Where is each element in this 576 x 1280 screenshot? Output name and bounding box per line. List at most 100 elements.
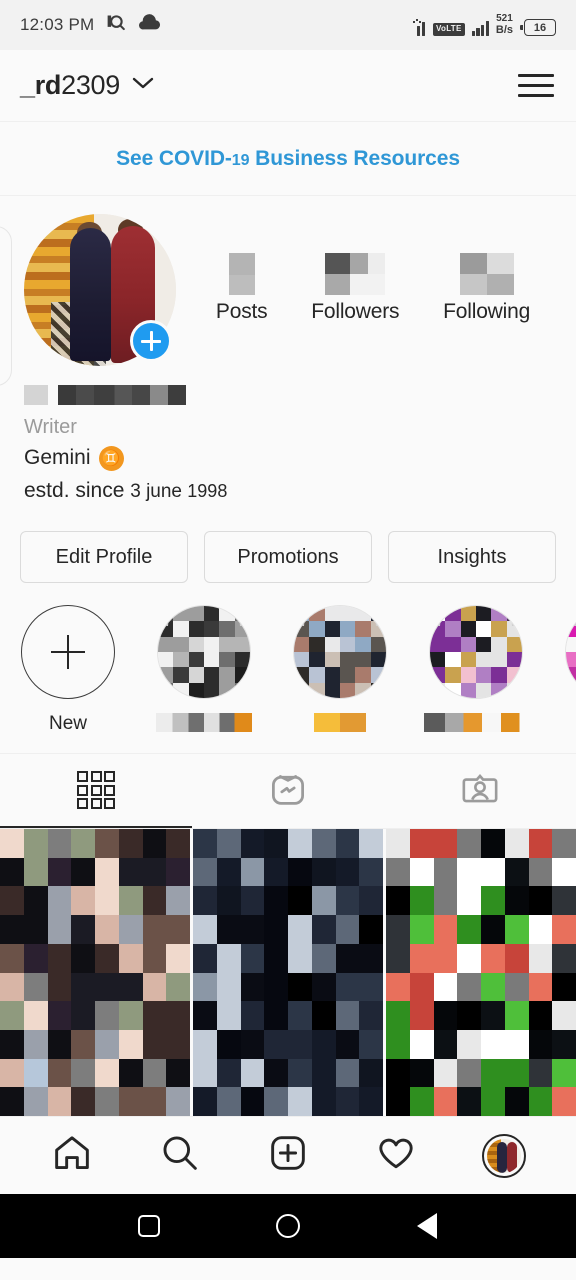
nav-add-post[interactable]: [257, 1125, 319, 1187]
bio-estd-year: 1998: [187, 480, 228, 501]
bio-estd-prefix: estd. since: [24, 478, 131, 502]
status-bar-left: 12:03 PM: [20, 12, 161, 38]
nav-home[interactable]: [41, 1125, 103, 1187]
posts-grid: [0, 829, 576, 1117]
story-highlights-row[interactable]: New: [0, 583, 576, 755]
following-label: Following: [443, 300, 531, 323]
data-speed-indicator: 521 B/s: [496, 14, 513, 36]
android-home-button[interactable]: [258, 1204, 318, 1248]
covid-text-number: 19: [231, 151, 250, 169]
signal-antenna-icon: [412, 19, 426, 36]
covid-resources-link[interactable]: See COVID-19 Business Resources: [116, 147, 460, 171]
profile-category: Writer: [24, 416, 77, 438]
covid-text-before: See COVID-: [116, 146, 232, 170]
stat-followers[interactable]: Followers: [311, 252, 400, 324]
app-header: _rd2309: [0, 50, 576, 122]
home-icon: [51, 1132, 93, 1179]
volte-badge: VoLTE: [432, 23, 465, 36]
tab-igtv[interactable]: [192, 754, 384, 828]
highlight-thumbnail[interactable]: [293, 605, 387, 700]
display-name-redacted: [24, 382, 552, 408]
highlight-new-label: New: [48, 713, 87, 735]
hamburger-menu-icon[interactable]: [516, 68, 556, 103]
add-story-button[interactable]: [130, 320, 172, 362]
data-speed-value: 521: [496, 13, 513, 24]
bio-line-2: estd. since 3 june 1998: [24, 475, 552, 508]
edit-profile-button[interactable]: Edit Profile: [20, 531, 188, 584]
profile-avatar-icon[interactable]: [482, 1133, 526, 1178]
android-recents-button[interactable]: [119, 1204, 179, 1248]
highlight-label-redacted: [424, 713, 528, 733]
profile-header-row: Posts Followers Following: [24, 214, 552, 366]
phone-screen: 12:03 PM VoLTE 521 B/s 16 _rd2309 See CO…: [0, 0, 576, 1280]
post-thumbnail[interactable]: [386, 829, 576, 1117]
profile-tabs: [0, 754, 576, 830]
status-bar-right: VoLTE 521 B/s 16: [412, 14, 556, 36]
plus-square-icon: [267, 1132, 309, 1179]
highlight-item[interactable]: [408, 605, 544, 735]
stat-following[interactable]: Following: [443, 252, 530, 324]
bio-estd-date: 3 june: [130, 480, 188, 502]
igtv-icon: [268, 768, 308, 813]
tagged-person-icon: [460, 768, 500, 813]
square-icon: [138, 1215, 161, 1238]
battery-level: 16: [524, 19, 556, 36]
promotions-button[interactable]: Promotions: [204, 531, 372, 584]
highlight-item[interactable]: [544, 605, 576, 735]
followers-label: Followers: [311, 300, 400, 323]
posts-count-redacted: [228, 252, 255, 296]
gemini-zodiac-icon: ♊: [98, 445, 124, 471]
triangle-left-icon: [416, 1213, 437, 1240]
circle-icon: [275, 1214, 300, 1239]
highlight-thumbnail[interactable]: [157, 605, 251, 700]
offscreen-card-edge: [0, 226, 12, 386]
highlight-item[interactable]: [272, 605, 408, 735]
following-count-redacted: [459, 252, 514, 296]
highlight-label-redacted: [156, 713, 252, 733]
highlight-thumbnail[interactable]: [429, 605, 523, 700]
nav-search[interactable]: [149, 1125, 211, 1187]
battery-indicator: 16: [520, 19, 556, 36]
android-back-button[interactable]: [397, 1204, 457, 1248]
search-in-notification-icon: [105, 12, 126, 38]
cloud-icon: [137, 14, 161, 36]
tab-grid[interactable]: [0, 754, 192, 829]
insights-button[interactable]: Insights: [388, 531, 556, 584]
tab-tagged[interactable]: [384, 754, 576, 828]
profile-action-buttons: Edit Profile Promotions Insights: [0, 507, 576, 584]
covid-banner: See COVID-19 Business Resources: [0, 122, 576, 196]
plus-icon[interactable]: [21, 605, 115, 700]
username-prefix: _rd: [20, 70, 62, 100]
highlight-label-redacted: [314, 713, 366, 733]
status-bar: 12:03 PM VoLTE 521 B/s 16: [0, 0, 576, 50]
heart-icon: [375, 1132, 417, 1179]
username-suffix: 2309: [61, 70, 120, 100]
post-thumbnail[interactable]: [193, 829, 383, 1117]
profile-section: Posts Followers Following: [0, 196, 576, 386]
highlight-thumbnail[interactable]: [565, 605, 576, 700]
android-navigation-bar: [0, 1194, 576, 1259]
covid-text-after: Business Resources: [249, 146, 460, 170]
followers-count-redacted: [325, 252, 386, 296]
profile-stats: Posts Followers Following: [176, 214, 552, 324]
bottom-navigation: [0, 1116, 576, 1195]
search-icon: [159, 1132, 201, 1179]
nav-profile[interactable]: [473, 1125, 535, 1187]
stat-posts[interactable]: Posts: [216, 252, 268, 324]
status-time: 12:03 PM: [20, 15, 95, 34]
posts-label: Posts: [215, 300, 268, 323]
grid-icon: [77, 771, 115, 810]
profile-bio: Writer Gemini ♊ estd. since 3 june 1998: [0, 366, 576, 508]
highlight-item[interactable]: [136, 605, 272, 735]
avatar-container[interactable]: [24, 214, 176, 366]
post-thumbnail[interactable]: [0, 829, 190, 1117]
page-title: _rd2309: [20, 70, 120, 101]
bio-line-1: Gemini ♊: [24, 442, 552, 475]
bio-zodiac-text: Gemini: [24, 446, 91, 469]
signal-bars-icon: [471, 19, 489, 36]
nav-activity[interactable]: [365, 1125, 427, 1187]
username-switcher[interactable]: _rd2309: [20, 70, 154, 101]
chevron-down-icon[interactable]: [132, 76, 154, 95]
data-speed-unit: B/s: [495, 24, 513, 36]
highlight-new[interactable]: New: [0, 605, 136, 735]
